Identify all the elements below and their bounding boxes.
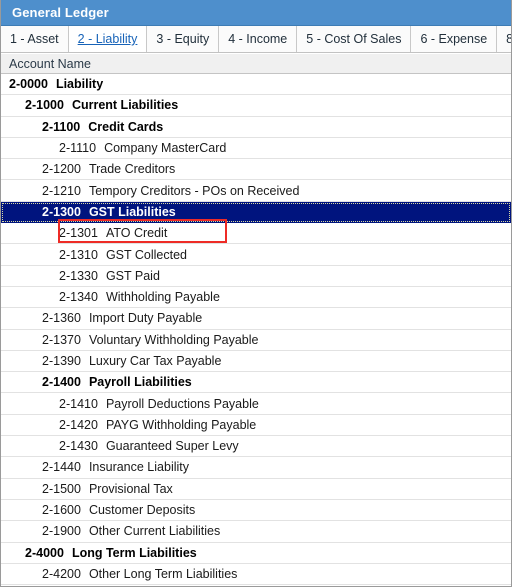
tab-label: 5 - Cost Of Sales [306,32,402,46]
account-row[interactable]: 2-4000 Long Term Liabilities [1,543,511,564]
account-row[interactable]: 2-1400 Payroll Liabilities [1,372,511,394]
account-row[interactable]: 2-1360 Import Duty Payable [1,308,511,330]
account-name: PAYG Withholding Payable [105,417,257,432]
tab-2-liability[interactable]: 2 - Liability [68,26,148,52]
account-name: ATO Credit [105,226,168,241]
account-name: Insurance Liability [88,460,189,475]
account-row[interactable]: 2-1440 Insurance Liability [1,457,511,479]
tab-5-cost-of-sales[interactable]: 5 - Cost Of Sales [297,26,412,52]
account-name: Payroll Deductions Payable [105,396,259,411]
account-row[interactable]: 2-1900 Other Current Liabilities [1,521,511,543]
account-code: 2-1390 [42,354,81,368]
account-list[interactable]: 2-0000 Liability 2-1000 Current Liabilities… [1,74,511,586]
column-header-row: Account Name [1,53,511,74]
account-name: Guaranteed Super Levy [105,439,239,454]
account-name: GST Liabilities [88,204,176,219]
account-code: 2-1370 [42,332,81,347]
account-code: 2-1600 [42,503,81,518]
account-row[interactable]: 2-0000 Liability [1,74,511,96]
tab-label: 3 - Equity [156,32,210,46]
account-type-tabstrip[interactable]: 1 - Asset 2 - Liability 3 - Equity 4 - Inco… [1,26,511,53]
account-name: Current Liabilities [71,98,179,113]
account-code: 2-1000 [25,98,64,113]
account-code: 2-1200 [42,162,81,177]
tab-label: 6 - Expense [420,32,488,46]
account-code: 2-1310 [59,247,98,262]
general-ledger-window: General Ledger 1 - Asset 2 - Liability 3 -… [0,0,512,587]
account-code: 2-1420 [59,417,98,432]
column-header-account-name: Account Name [9,56,91,71]
account-name: Withholding Payable [105,290,220,305]
account-code: 2-1110 [59,141,97,156]
account-row[interactable]: 2-1000 Current Liabilities [1,95,511,117]
account-row[interactable]: 2-1210 Tempory Creditors - POs on Receive… [1,180,511,202]
account-row[interactable]: 2-1390 Luxury Car Tax Payable [1,351,511,373]
tab-4-income[interactable]: 4 - Income [219,26,298,52]
account-name: GST Paid [105,268,160,283]
account-row[interactable]: 2-1500 Provisional Tax [1,479,511,500]
account-name: Import Duty Payable [88,311,203,326]
account-row[interactable]: 2-1600 Customer Deposits [1,500,511,522]
account-name: Voluntary Withholding Payable [88,332,259,347]
account-code: 2-4000 [25,545,64,560]
account-name: GST Collected [105,247,187,262]
tab-3-equity[interactable]: 3 - Equity [147,26,220,52]
account-code: 2-1340 [59,290,98,305]
account-name: Liability [55,77,104,92]
account-name: Credit Cards [88,119,164,134]
account-code: 2-1400 [42,375,81,390]
account-row[interactable]: 2-1410 Payroll Deductions Payable [1,393,511,415]
account-row[interactable]: 2-1100 Credit Cards [1,117,511,138]
account-name: Other Current Liabilities [88,524,221,539]
account-row[interactable]: 2-1310 GST Collected [1,244,511,266]
account-row[interactable]: 2-1420 PAYG Withholding Payable [1,415,511,437]
account-code: 2-1330 [59,268,98,283]
tab-8-ot[interactable]: 8 - Ot [497,26,511,52]
account-code: 2-1300 [42,204,81,219]
account-name: Luxury Car Tax Payable [88,354,222,368]
account-row[interactable]: 2-1430 Guaranteed Super Levy [1,436,511,458]
tab-label: 1 - Asset [10,32,59,46]
account-row[interactable]: 2-1301 ATO Credit [1,223,511,245]
account-row[interactable]: 2-1330 GST Paid [1,266,511,287]
account-code: 2-1440 [42,460,81,475]
account-name: Payroll Liabilities [88,375,192,390]
account-row[interactable]: 2-1370 Voluntary Withholding Payable [1,330,511,351]
account-name: Customer Deposits [88,503,196,518]
tab-label: 8 - Ot [506,32,511,46]
tab-label: 4 - Income [228,32,288,46]
account-name: Company MasterCard [104,141,227,156]
account-code: 2-1430 [59,439,98,454]
account-row[interactable]: 2-4200 Other Long Term Liabilities [1,564,511,586]
account-code: 2-1410 [59,396,98,411]
account-code: 2-1100 [42,119,81,134]
tab-1-asset[interactable]: 1 - Asset [1,26,69,52]
account-code: 2-1500 [42,481,81,496]
account-code: 2-1360 [42,311,81,326]
tab-label: 2 - Liability [77,32,138,46]
account-name: Other Long Term Liabilities [88,566,238,581]
account-code: 2-1210 [42,183,81,198]
account-row[interactable]: 2-1110 Company MasterCard [1,138,511,160]
tab-6-expense[interactable]: 6 - Expense [411,26,498,52]
account-row[interactable]: 2-1340 Withholding Payable [1,287,511,309]
account-row[interactable]: 2-1200 Trade Creditors [1,159,511,181]
account-code: 2-1301 [59,226,98,241]
window-titlebar: General Ledger [1,0,511,26]
account-code: 2-1900 [42,524,81,539]
account-name: Tempory Creditors - POs on Received [88,183,300,198]
account-code: 2-0000 [9,77,48,92]
account-name: Long Term Liabilities [71,545,197,560]
account-name: Provisional Tax [88,481,173,496]
account-code: 2-4200 [42,566,81,581]
page-title: General Ledger [12,5,109,20]
account-name: Trade Creditors [88,162,176,177]
account-row[interactable]: 2-1300 GST Liabilities [1,201,511,224]
